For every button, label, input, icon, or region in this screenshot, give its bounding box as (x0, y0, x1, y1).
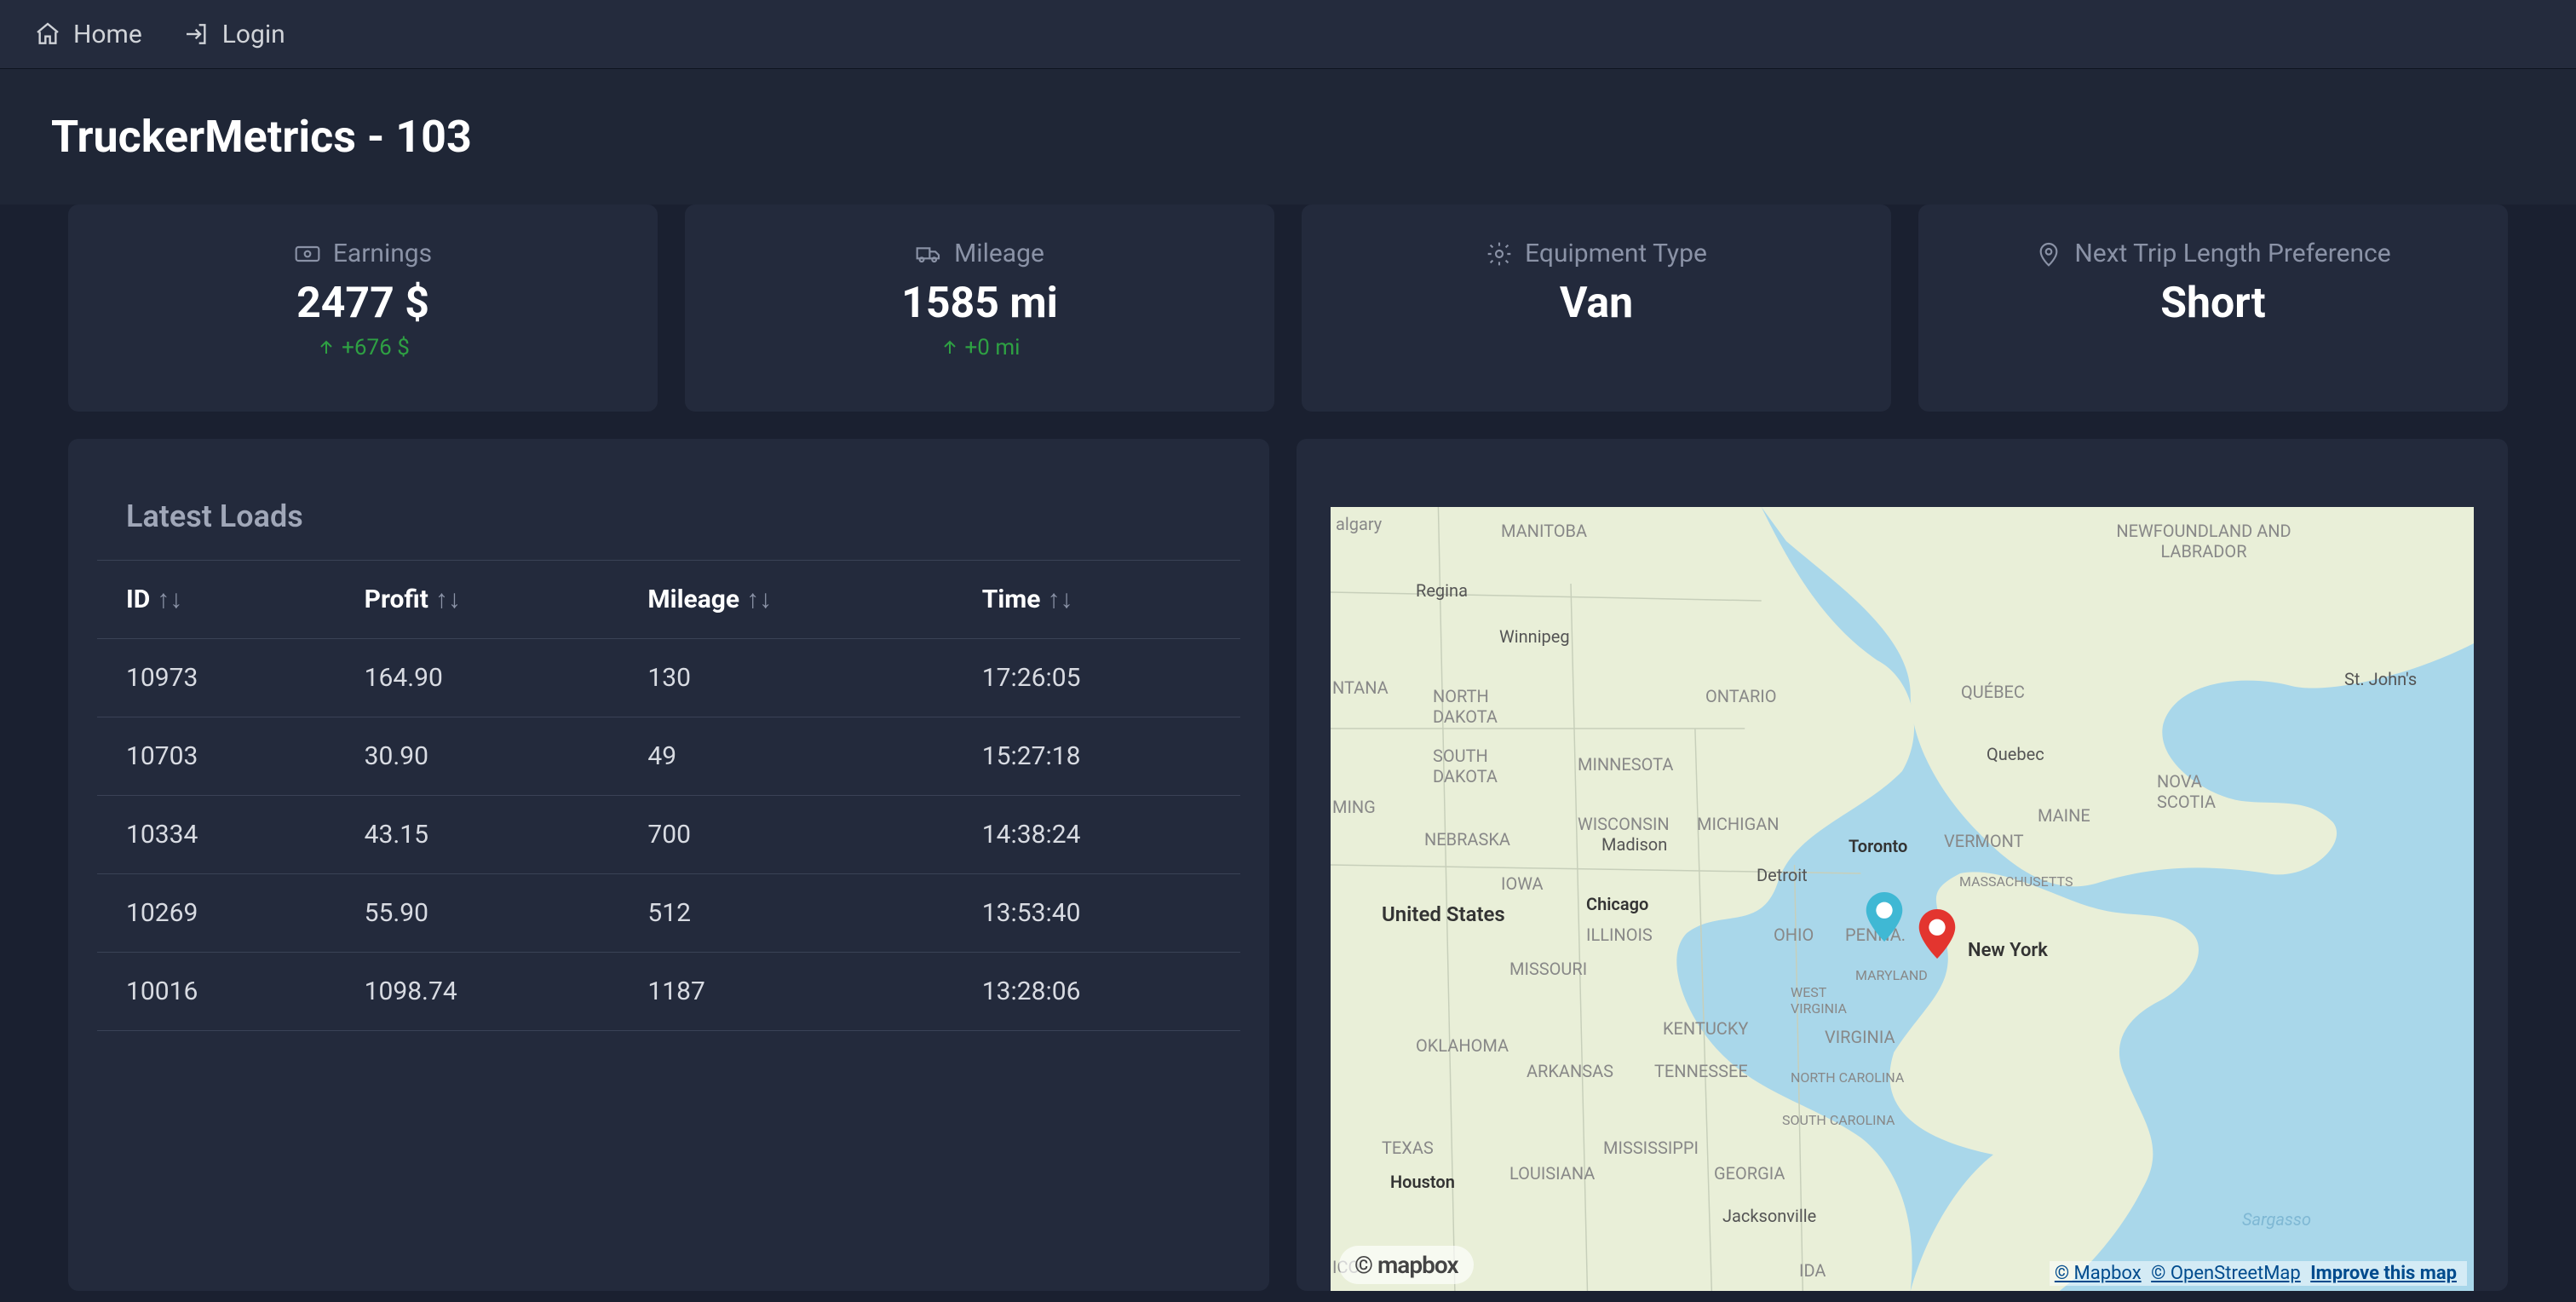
arrow-up-icon (316, 337, 336, 358)
login-icon (183, 20, 210, 48)
card-mileage-delta: +0 mi (940, 335, 1021, 360)
nav-login-label: Login (222, 20, 285, 49)
top-nav: Home Login (0, 0, 2576, 68)
col-id[interactable]: ID↑↓ (97, 561, 336, 639)
col-profit[interactable]: Profit↑↓ (336, 561, 619, 639)
money-icon (294, 240, 321, 268)
table-row[interactable]: 1026955.9051213:53:40 (97, 874, 1240, 953)
sort-icon: ↑↓ (435, 585, 461, 614)
map-pin-destination[interactable] (1917, 909, 1958, 959)
card-earnings-label: Earnings (333, 239, 432, 268)
card-earnings-delta: +676 $ (316, 335, 410, 360)
card-trip-pref: Next Trip Length Preference Short (1918, 205, 2508, 412)
table-row[interactable]: 10973164.9013017:26:05 (97, 639, 1240, 717)
sort-icon: ↑↓ (157, 585, 182, 614)
map-pin-origin[interactable] (1864, 892, 1905, 942)
nav-home-label: Home (73, 20, 142, 49)
latest-loads-title: Latest Loads (97, 498, 1240, 534)
gear-icon (1486, 240, 1513, 268)
card-equipment-value: Van (1560, 279, 1633, 328)
arrow-up-icon (940, 337, 960, 358)
card-equipment-label: Equipment Type (1525, 239, 1707, 268)
location-icon (2035, 240, 2062, 268)
card-trip-pref-value: Short (2160, 279, 2265, 328)
page-title: TruckerMetrics - 103 (51, 111, 472, 163)
table-row[interactable]: 100161098.74118713:28:06 (97, 953, 1240, 1031)
mapbox-logo[interactable]: © mapbox (1339, 1246, 1474, 1284)
card-mileage: Mileage 1585 mi +0 mi (685, 205, 1274, 412)
loads-table: ID↑↓ Profit↑↓ Mileage↑↓ Time↑↓ 10973164.… (97, 560, 1240, 1031)
latest-loads-panel: Latest Loads ID↑↓ Profit↑↓ Mileage↑↓ Tim… (68, 439, 1269, 1291)
summary-cards: Earnings 2477 $ +676 $ Mileage 1585 mi +… (68, 205, 2508, 412)
card-earnings: Earnings 2477 $ +676 $ (68, 205, 658, 412)
home-icon (34, 20, 61, 48)
card-mileage-value: 1585 mi (901, 279, 1058, 328)
table-row[interactable]: 1070330.904915:27:18 (97, 717, 1240, 796)
map-attribution[interactable]: © Mapbox © OpenStreetMap Improve this ma… (2050, 1261, 2467, 1286)
sort-icon: ↑↓ (746, 585, 772, 614)
card-equipment: Equipment Type Van (1302, 205, 1891, 412)
sort-icon: ↑↓ (1047, 585, 1072, 614)
table-row[interactable]: 1033443.1570014:38:24 (97, 796, 1240, 874)
col-time[interactable]: Time↑↓ (953, 561, 1240, 639)
page-header: TruckerMetrics - 103 (0, 68, 2576, 205)
map-panel: algary MANITOBA NEWFOUNDLAND AND LABRADO… (1297, 439, 2508, 1291)
nav-home[interactable]: Home (34, 20, 142, 49)
card-mileage-label: Mileage (954, 239, 1044, 268)
col-mileage[interactable]: Mileage↑↓ (618, 561, 952, 639)
card-earnings-value: 2477 $ (296, 279, 429, 328)
nav-login[interactable]: Login (183, 20, 285, 49)
truck-icon (915, 240, 942, 268)
map-canvas[interactable]: algary MANITOBA NEWFOUNDLAND AND LABRADO… (1331, 507, 2474, 1291)
card-trip-pref-label: Next Trip Length Preference (2074, 239, 2390, 268)
